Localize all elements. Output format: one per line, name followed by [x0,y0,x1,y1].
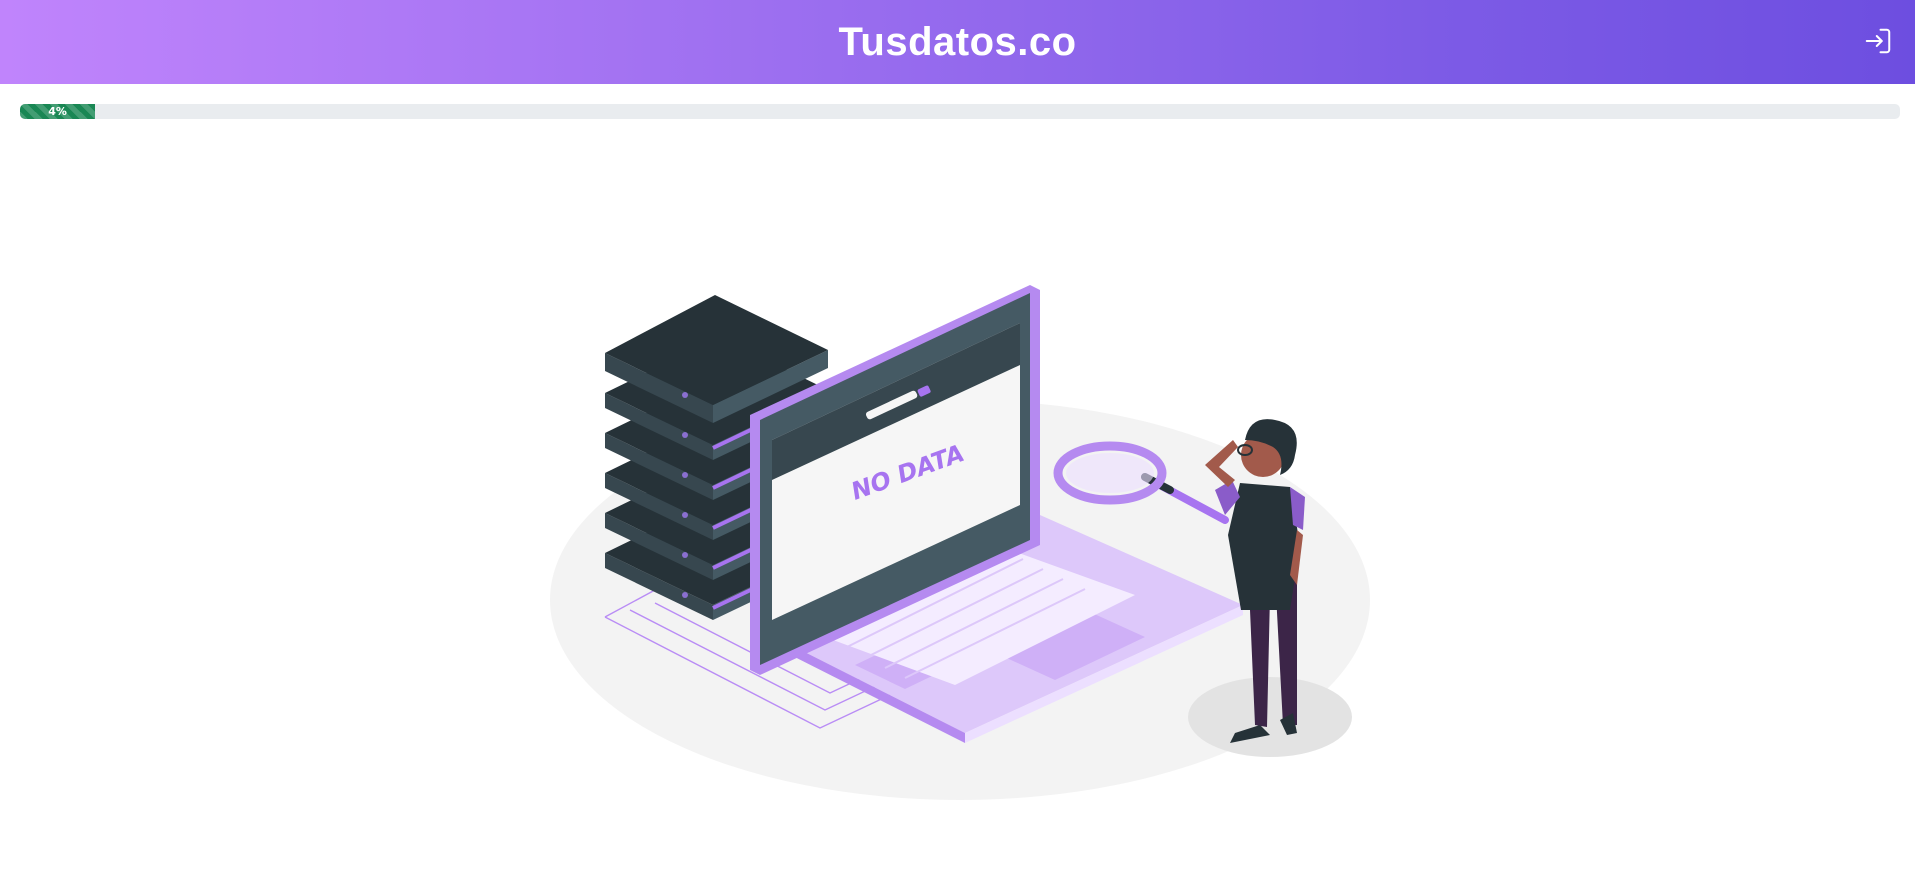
person-shadow [1188,677,1352,757]
app-header: Tusdatos.co [0,0,1915,84]
brand-title: Tusdatos.co [838,19,1077,64]
progress-label: 4% [48,105,67,118]
progress-fill: 4% [20,104,96,119]
sign-in-icon [1865,28,1891,54]
sign-in-button[interactable] [1861,24,1895,58]
progress-bar: 4% [20,104,1900,119]
no-data-illustration: NO DATA [550,285,1370,800]
